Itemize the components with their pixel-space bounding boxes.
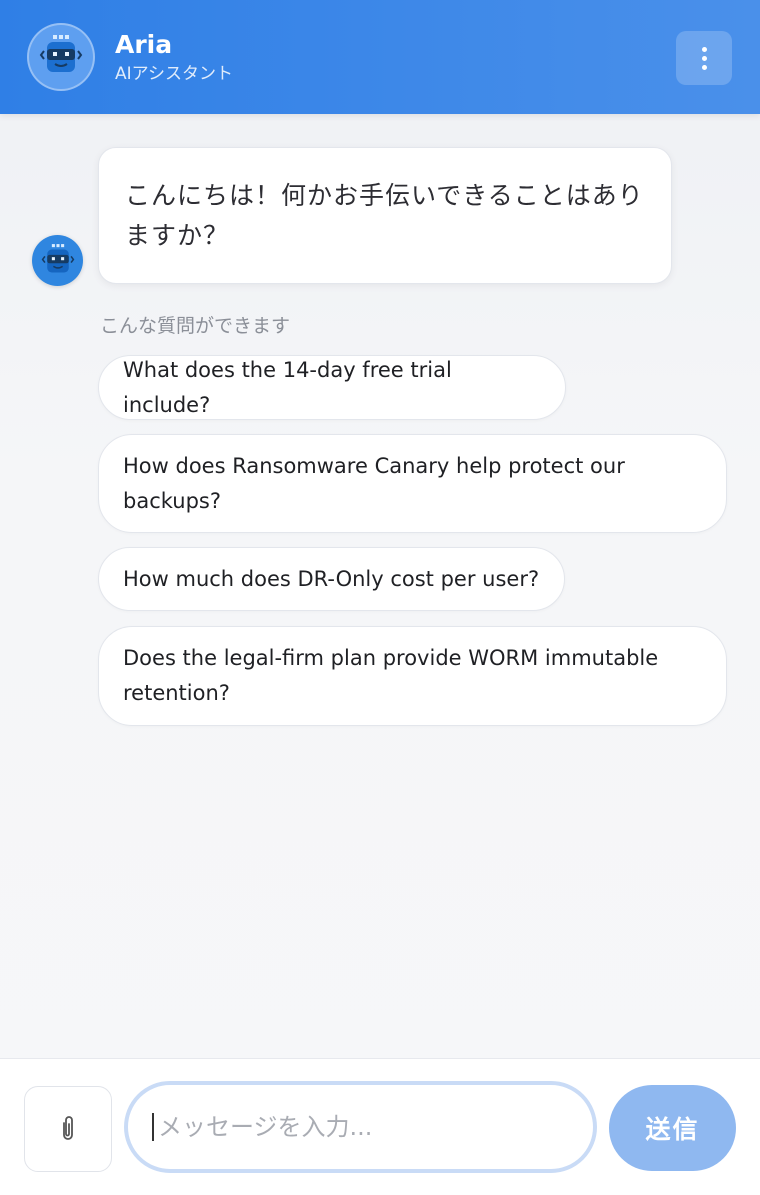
chat-widget: Aria AIアシスタント こんにちは！何かお手伝いできることはありますか？ こ…	[0, 0, 760, 1195]
send-button[interactable]: 送信	[609, 1085, 736, 1171]
menu-button[interactable]	[676, 31, 732, 85]
suggestions-label: こんな質問ができます	[100, 315, 291, 337]
suggestion-chip[interactable]: How does Ransomware Canary help protect …	[98, 434, 727, 533]
attach-button[interactable]	[24, 1086, 112, 1172]
suggestion-chip[interactable]: How much does DR-Only cost per user?	[98, 547, 565, 611]
bot-message: こんにちは！何かお手伝いできることはありますか？	[98, 147, 672, 284]
message-input[interactable]	[152, 1113, 569, 1141]
robot-icon	[27, 23, 95, 91]
composer: 送信	[0, 1058, 760, 1195]
assistant-name: Aria	[115, 29, 173, 59]
more-vertical-icon	[701, 46, 707, 70]
message-input-wrapper	[124, 1081, 597, 1173]
robot-icon	[41, 243, 74, 273]
suggestion-chip[interactable]: What does the 14-day free trial include?	[98, 355, 566, 420]
bot-avatar	[32, 235, 83, 286]
header-text: Aria AIアシスタント	[115, 30, 233, 85]
chat-header: Aria AIアシスタント	[0, 0, 760, 114]
assistant-subtitle: AIアシスタント	[115, 63, 233, 84]
paperclip-icon	[63, 1116, 73, 1140]
suggestion-chip[interactable]: Does the legal-firm plan provide WORM im…	[98, 626, 727, 726]
